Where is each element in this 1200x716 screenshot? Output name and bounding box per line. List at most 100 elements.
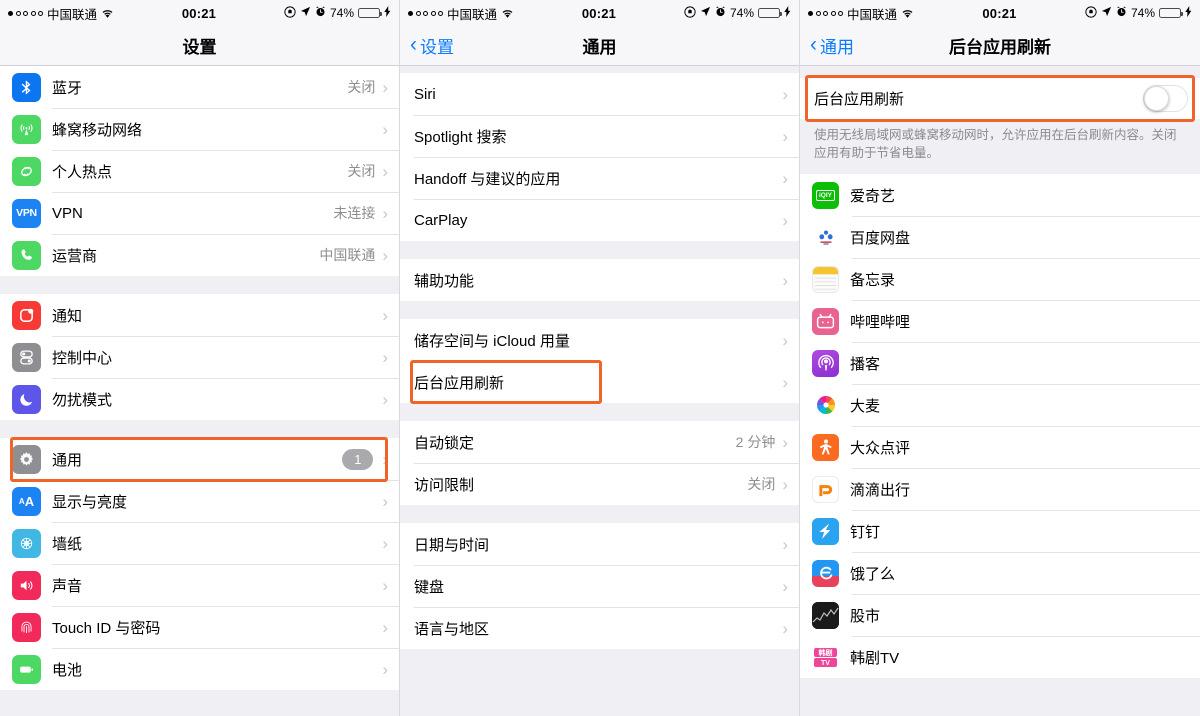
- sidebar-item-carrier[interactable]: 运营商 中国联通 ›: [0, 234, 399, 276]
- panel-settings: 中国联通 00:21 74% 设置 蓝牙 关闭 › 蜂窝移动网络 › 个人热点 …: [0, 0, 400, 716]
- sidebar-item-wallpaper[interactable]: 墙纸 ›: [0, 522, 399, 564]
- list-item-app[interactable]: iQIY 爱奇艺: [800, 174, 1200, 217]
- list-item-handoff[interactable]: Handoff 与建议的应用 ›: [400, 157, 799, 199]
- sidebar-item-bluetooth[interactable]: 蓝牙 关闭 ›: [0, 66, 399, 108]
- sidebar-item-do-not-disturb[interactable]: 勿扰模式 ›: [0, 378, 399, 420]
- app-label: 韩剧TV: [850, 649, 900, 667]
- list-item-label: 键盘: [414, 578, 445, 596]
- general-group-storage: 储存空间与 iCloud 用量 › 后台应用刷新 ›: [400, 319, 799, 404]
- wifi-icon: [501, 8, 514, 19]
- chevron-right-icon: ›: [382, 389, 388, 409]
- hanjutv-icon: 韩剧 TV: [812, 643, 839, 671]
- sidebar-item-label: 通知: [52, 307, 83, 325]
- sidebar-item-cellular[interactable]: 蜂窝移动网络 ›: [0, 108, 399, 150]
- chevron-right-icon: ›: [382, 119, 388, 139]
- svg-text:韩剧: 韩剧: [819, 648, 833, 657]
- sidebar-item-battery[interactable]: 电池 ›: [0, 648, 399, 690]
- list-item-app[interactable]: 股市: [800, 594, 1200, 637]
- chevron-right-icon: ›: [782, 210, 788, 230]
- list-item-app[interactable]: 韩剧 TV 韩剧TV: [800, 636, 1200, 679]
- list-item-language-region[interactable]: 语言与地区 ›: [400, 607, 799, 649]
- list-item-app[interactable]: 滴滴出行: [800, 468, 1200, 511]
- list-item-accessibility[interactable]: 辅助功能 ›: [400, 259, 799, 301]
- master-toggle-group: 后台应用刷新: [800, 75, 1200, 122]
- sidebar-item-label: 声音: [52, 577, 83, 595]
- list-item-app[interactable]: 哔哩哔哩: [800, 300, 1200, 343]
- row-background-app-refresh-toggle[interactable]: 后台应用刷新: [800, 78, 1200, 119]
- chevron-right-icon: ›: [782, 330, 788, 350]
- chevron-right-icon: ›: [782, 270, 788, 290]
- damai-icon: [812, 391, 839, 419]
- wallpaper-icon: [12, 528, 41, 558]
- status-bar: 中国联通 00:21 74%: [0, 0, 399, 26]
- signal-strength-icon: [408, 10, 443, 16]
- background-refresh-toggle[interactable]: [1143, 85, 1188, 112]
- sidebar-item-value: 中国联通: [319, 247, 376, 263]
- list-item-restrictions[interactable]: 访问限制 关闭 ›: [400, 463, 799, 505]
- list-item-carplay[interactable]: CarPlay ›: [400, 199, 799, 241]
- status-bar-left: 中国联通: [8, 4, 114, 23]
- chevron-left-icon: ‹: [410, 33, 417, 56]
- touchid-icon: [12, 612, 41, 642]
- back-button-general[interactable]: ‹ 通用: [810, 33, 854, 58]
- app-label: 备忘录: [850, 271, 896, 289]
- carrier-label: 中国联通: [47, 7, 98, 22]
- sidebar-item-sound[interactable]: 声音 ›: [0, 564, 399, 606]
- alarm-clock-icon: [715, 6, 726, 20]
- list-item-app[interactable]: 百度网盘: [800, 216, 1200, 259]
- page-title: 后台应用刷新: [949, 38, 1051, 57]
- list-item-auto-lock[interactable]: 自动锁定 2 分钟 ›: [400, 421, 799, 463]
- phone-icon: [12, 240, 41, 270]
- list-item-app[interactable]: 备忘录: [800, 258, 1200, 301]
- sidebar-item-vpn[interactable]: VPN VPN 未连接 ›: [0, 192, 399, 234]
- lightning-bolt-icon: [1185, 6, 1192, 20]
- sidebar-item-touchid-passcode[interactable]: Touch ID 与密码 ›: [0, 606, 399, 648]
- list-item-spotlight-search[interactable]: Spotlight 搜索 ›: [400, 115, 799, 157]
- do-not-disturb-icon: [12, 384, 41, 414]
- status-bar: 中国联通 00:21 74%: [400, 0, 799, 26]
- group-separator: [0, 420, 399, 438]
- chevron-right-icon: ›: [782, 474, 788, 494]
- status-bar-right: 74%: [284, 5, 391, 21]
- sidebar-item-personal-hotspot[interactable]: 个人热点 关闭 ›: [0, 150, 399, 192]
- navigation-bar-general: ‹ 设置 通用: [400, 26, 799, 66]
- display-brightness-icon: AA: [12, 486, 41, 516]
- sidebar-item-value: 关闭: [347, 79, 376, 95]
- clock: 00:21: [181, 5, 217, 21]
- list-item-siri[interactable]: Siri ›: [400, 73, 799, 115]
- rotation-lock-icon: [284, 5, 296, 21]
- app-label: 股市: [850, 607, 881, 625]
- sidebar-item-label: 蜂窝移动网络: [52, 121, 143, 139]
- list-item-app[interactable]: 钉钉: [800, 510, 1200, 553]
- hotspot-icon: [12, 156, 41, 186]
- chevron-right-icon: ›: [782, 432, 788, 452]
- sidebar-item-general[interactable]: 通用 1 ›: [0, 438, 399, 480]
- control-center-icon: [12, 342, 41, 372]
- list-item-label: 后台应用刷新: [414, 374, 505, 392]
- list-item-background-app-refresh[interactable]: 后台应用刷新 ›: [400, 361, 799, 403]
- list-item-app[interactable]: 播客: [800, 342, 1200, 385]
- list-item-app[interactable]: 大麦: [800, 384, 1200, 427]
- list-item-app[interactable]: 饿了么: [800, 552, 1200, 595]
- app-label: 钉钉: [850, 523, 881, 541]
- sound-icon: [12, 570, 41, 600]
- chevron-right-icon: ›: [382, 305, 388, 325]
- vpn-icon: VPN: [12, 198, 41, 228]
- sidebar-item-notifications[interactable]: 通知 ›: [0, 294, 399, 336]
- list-item-app[interactable]: 大众点评: [800, 426, 1200, 469]
- status-badge: 1: [342, 448, 374, 470]
- sidebar-item-label: VPN: [52, 204, 83, 222]
- list-item-keyboard[interactable]: 键盘 ›: [400, 565, 799, 607]
- sidebar-item-control-center[interactable]: 控制中心 ›: [0, 336, 399, 378]
- chevron-right-icon: ›: [782, 534, 788, 554]
- sidebar-item-value: 未连接: [333, 205, 376, 221]
- sidebar-item-label: 通用: [52, 451, 83, 469]
- list-item-storage-icloud[interactable]: 储存空间与 iCloud 用量 ›: [400, 319, 799, 361]
- sidebar-item-display-brightness[interactable]: AA 显示与亮度 ›: [0, 480, 399, 522]
- list-item-date-time[interactable]: 日期与时间 ›: [400, 523, 799, 565]
- lightning-bolt-icon: [384, 6, 391, 20]
- sidebar-item-label: 显示与亮度: [52, 493, 128, 511]
- signal-strength-icon: [808, 10, 843, 16]
- settings-group-system: 通用 1 › AA 显示与亮度 › 墙纸 › 声音 › Touch ID 与密码…: [0, 437, 399, 690]
- back-button-settings[interactable]: ‹ 设置: [410, 33, 454, 58]
